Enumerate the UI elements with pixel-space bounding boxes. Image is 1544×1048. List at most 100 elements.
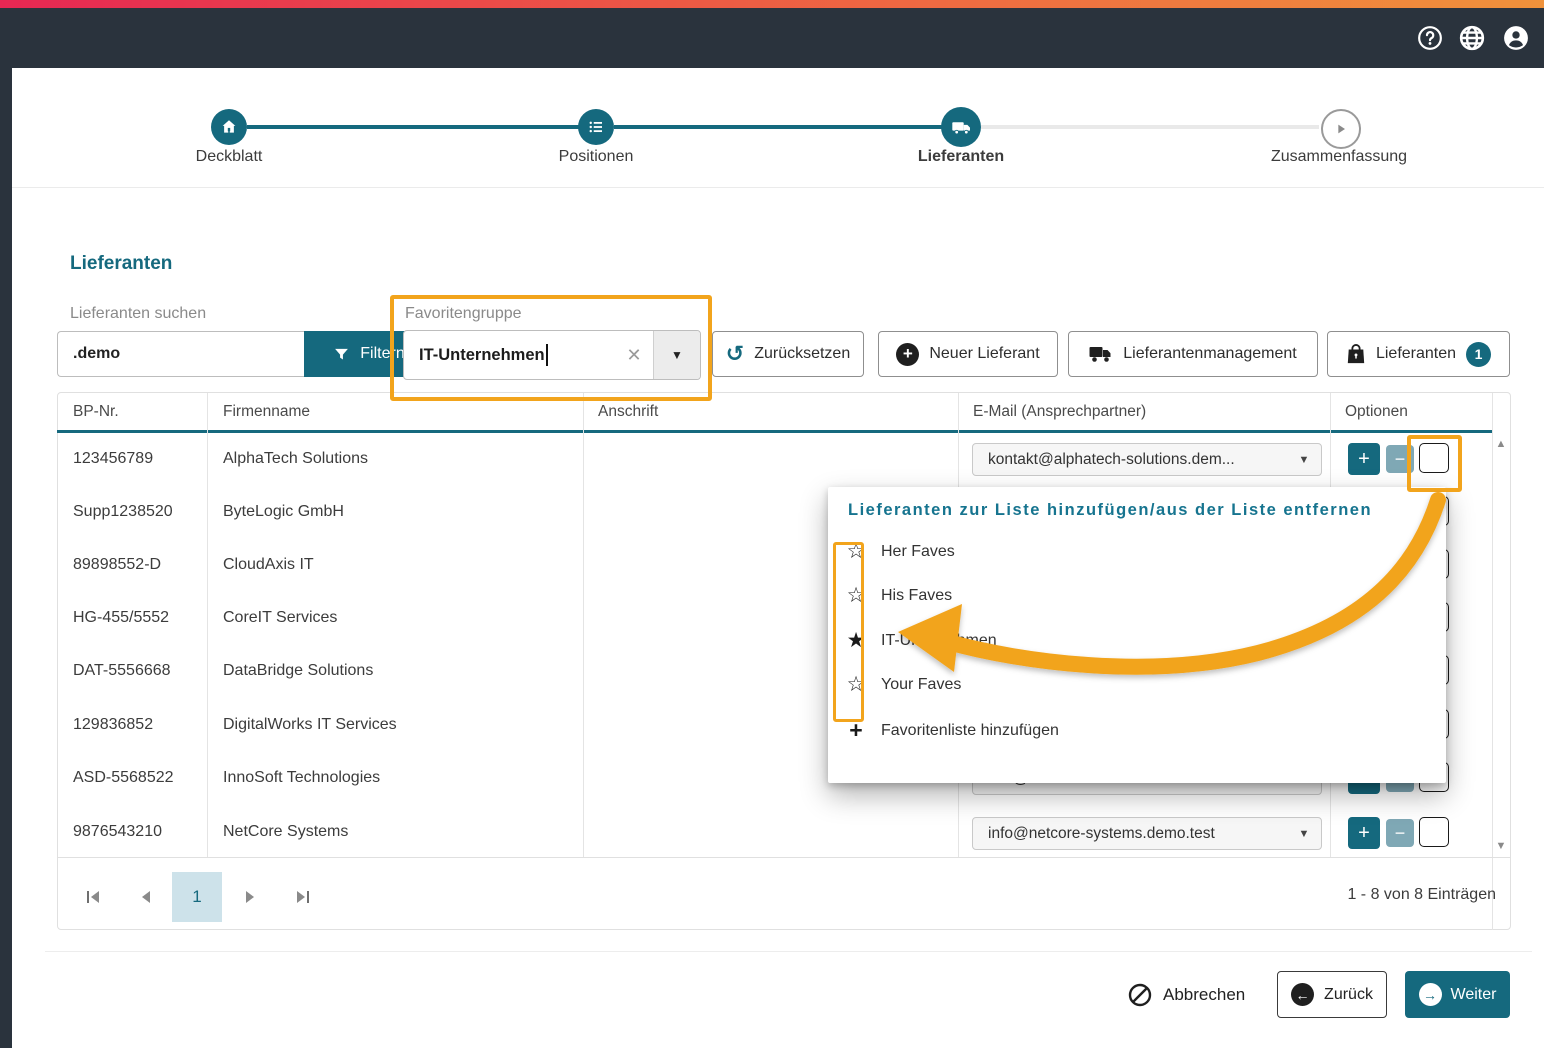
search-label: Lieferanten suchen <box>70 305 206 323</box>
reset-button-label: Zurücksetzen <box>754 345 850 363</box>
remove-supplier-button[interactable]: − <box>1386 819 1414 847</box>
favorite-group-label: Favoritengruppe <box>405 305 522 323</box>
favorite-list-label: IT-Unternehmen <box>881 632 997 650</box>
stepper-connector <box>981 125 1319 129</box>
favorite-list-item[interactable]: ★ IT-Unternehmen <box>844 628 997 653</box>
current-page[interactable]: 1 <box>172 872 222 922</box>
footer-divider <box>45 951 1532 952</box>
cell-name: AlphaTech Solutions <box>223 450 368 468</box>
first-page-button[interactable] <box>86 890 101 909</box>
cell-name: ByteLogic GmbH <box>223 503 344 521</box>
favorite-list-label: His Faves <box>881 587 952 605</box>
last-page-button[interactable] <box>295 890 310 909</box>
clear-icon[interactable]: ✕ <box>615 331 653 379</box>
supplier-management-button[interactable]: Lieferantenmanagement <box>1068 331 1318 377</box>
favorites-popup: Lieferanten zur Liste hinzufügen/aus der… <box>828 487 1446 783</box>
step-zusammenfassung-label[interactable]: Zusammenfassung <box>1271 148 1407 166</box>
search-value: .demo <box>73 345 120 363</box>
bag-icon <box>1346 343 1366 365</box>
truck-icon <box>951 117 972 138</box>
favorite-list-item[interactable]: ☆ Her Faves <box>844 539 955 564</box>
step-positionen-label[interactable]: Positionen <box>559 148 634 166</box>
language-globe-icon[interactable] <box>1459 25 1485 51</box>
cell-bp: DAT-5556668 <box>73 662 171 680</box>
column-divider <box>583 393 584 857</box>
new-supplier-label: Neuer Lieferant <box>929 345 1039 363</box>
step-lieferanten-label[interactable]: Lieferanten <box>918 148 1004 166</box>
cancel-button[interactable]: Abbrechen <box>1128 972 1245 1017</box>
entries-summary: 1 - 8 von 8 Einträgen <box>1347 886 1496 904</box>
play-icon <box>1333 121 1349 137</box>
column-header-bp[interactable]: BP-Nr. <box>73 403 119 421</box>
scroll-up-icon[interactable]: ▲ <box>1493 438 1509 450</box>
add-supplier-button[interactable]: + <box>1348 443 1380 475</box>
new-supplier-button[interactable]: + Neuer Lieferant <box>878 331 1058 377</box>
stepper-connector <box>247 125 590 129</box>
step-positionen-icon[interactable] <box>578 109 614 145</box>
step-lieferanten-icon[interactable] <box>941 107 981 147</box>
cell-name: InnoSoft Technologies <box>223 769 380 787</box>
plus-circle-icon: + <box>896 343 919 366</box>
cell-bp: Supp1238520 <box>73 503 173 521</box>
favorite-group-combobox[interactable]: IT-Unternehmen ✕ ▼ <box>403 330 701 380</box>
back-button[interactable]: ← Zurück <box>1277 971 1387 1018</box>
arrow-right-circle-icon: → <box>1419 983 1442 1006</box>
star-filled-icon[interactable]: ★ <box>844 628 868 653</box>
help-icon[interactable] <box>1417 25 1443 51</box>
cell-name: DataBridge Solutions <box>223 662 373 680</box>
remove-supplier-button[interactable]: − <box>1386 445 1414 473</box>
column-header-address[interactable]: Anschrift <box>598 403 658 421</box>
favorite-list-item[interactable]: ☆ Your Faves <box>844 672 961 697</box>
star-outline-icon[interactable]: ☆ <box>844 672 868 697</box>
account-icon[interactable] <box>1503 25 1529 51</box>
reset-icon: ↺ <box>726 343 744 365</box>
chevron-down-icon[interactable]: ▼ <box>653 331 700 379</box>
pagination-divider <box>57 857 1511 858</box>
brand-gradient-bar <box>0 0 1544 8</box>
cell-bp: 129836852 <box>73 716 153 734</box>
cell-name: NetCore Systems <box>223 823 348 841</box>
prev-page-button[interactable] <box>139 890 151 909</box>
page: Deckblatt Positionen Lieferanten Zusamme… <box>0 0 1544 1048</box>
column-header-name[interactable]: Firmenname <box>223 403 310 421</box>
suppliers-button-label: Lieferanten <box>1376 345 1456 363</box>
list-icon <box>587 118 605 136</box>
favorite-list-label: Your Faves <box>881 676 961 694</box>
step-zusammenfassung-icon[interactable] <box>1321 109 1361 149</box>
cell-name: CloudAxis IT <box>223 556 314 574</box>
app-header <box>0 8 1544 68</box>
reset-button[interactable]: ↺ Zurücksetzen <box>712 331 864 377</box>
add-favorite-list-item[interactable]: + Favoritenliste hinzufügen <box>844 717 1059 744</box>
back-label: Zurück <box>1324 986 1373 1004</box>
next-page-button[interactable] <box>245 890 257 909</box>
next-button[interactable]: → Weiter <box>1405 971 1510 1018</box>
email-select[interactable]: kontakt@alphatech-solutions.dem...▼ <box>972 443 1322 476</box>
cell-name: DigitalWorks IT Services <box>223 716 397 734</box>
add-supplier-button[interactable]: + <box>1348 817 1380 849</box>
text-caret <box>546 344 548 366</box>
add-favorite-list-label: Favoritenliste hinzufügen <box>881 722 1059 740</box>
column-header-email[interactable]: E-Mail (Ansprechpartner) <box>973 403 1146 421</box>
suppliers-cart-button[interactable]: Lieferanten 1 <box>1327 331 1510 377</box>
arrow-left-circle-icon: ← <box>1291 983 1314 1006</box>
column-header-options[interactable]: Optionen <box>1345 403 1408 421</box>
step-deckblatt-label[interactable]: Deckblatt <box>196 148 263 166</box>
filter-button-label: Filtern <box>360 345 404 363</box>
search-input[interactable]: .demo <box>57 331 304 377</box>
email-select[interactable]: info@netcore-systems.demo.test▼ <box>972 817 1322 850</box>
star-outline-icon[interactable]: ☆ <box>844 539 868 564</box>
cell-bp: ASD-5568522 <box>73 769 174 787</box>
step-deckblatt-icon[interactable] <box>211 109 247 145</box>
left-edge-strip <box>0 68 12 1048</box>
favorite-star-button[interactable] <box>1419 817 1449 847</box>
cell-bp: 123456789 <box>73 450 153 468</box>
page-title: Lieferanten <box>70 253 172 275</box>
next-label: Weiter <box>1451 986 1497 1004</box>
column-divider <box>207 393 208 857</box>
star-outline-icon[interactable]: ☆ <box>844 583 868 608</box>
scroll-down-icon[interactable]: ▼ <box>1493 840 1509 852</box>
favorite-star-button[interactable] <box>1419 443 1449 473</box>
cancel-label: Abbrechen <box>1163 985 1245 1005</box>
chevron-down-icon: ▼ <box>1287 454 1321 466</box>
favorite-list-item[interactable]: ☆ His Faves <box>844 583 952 608</box>
